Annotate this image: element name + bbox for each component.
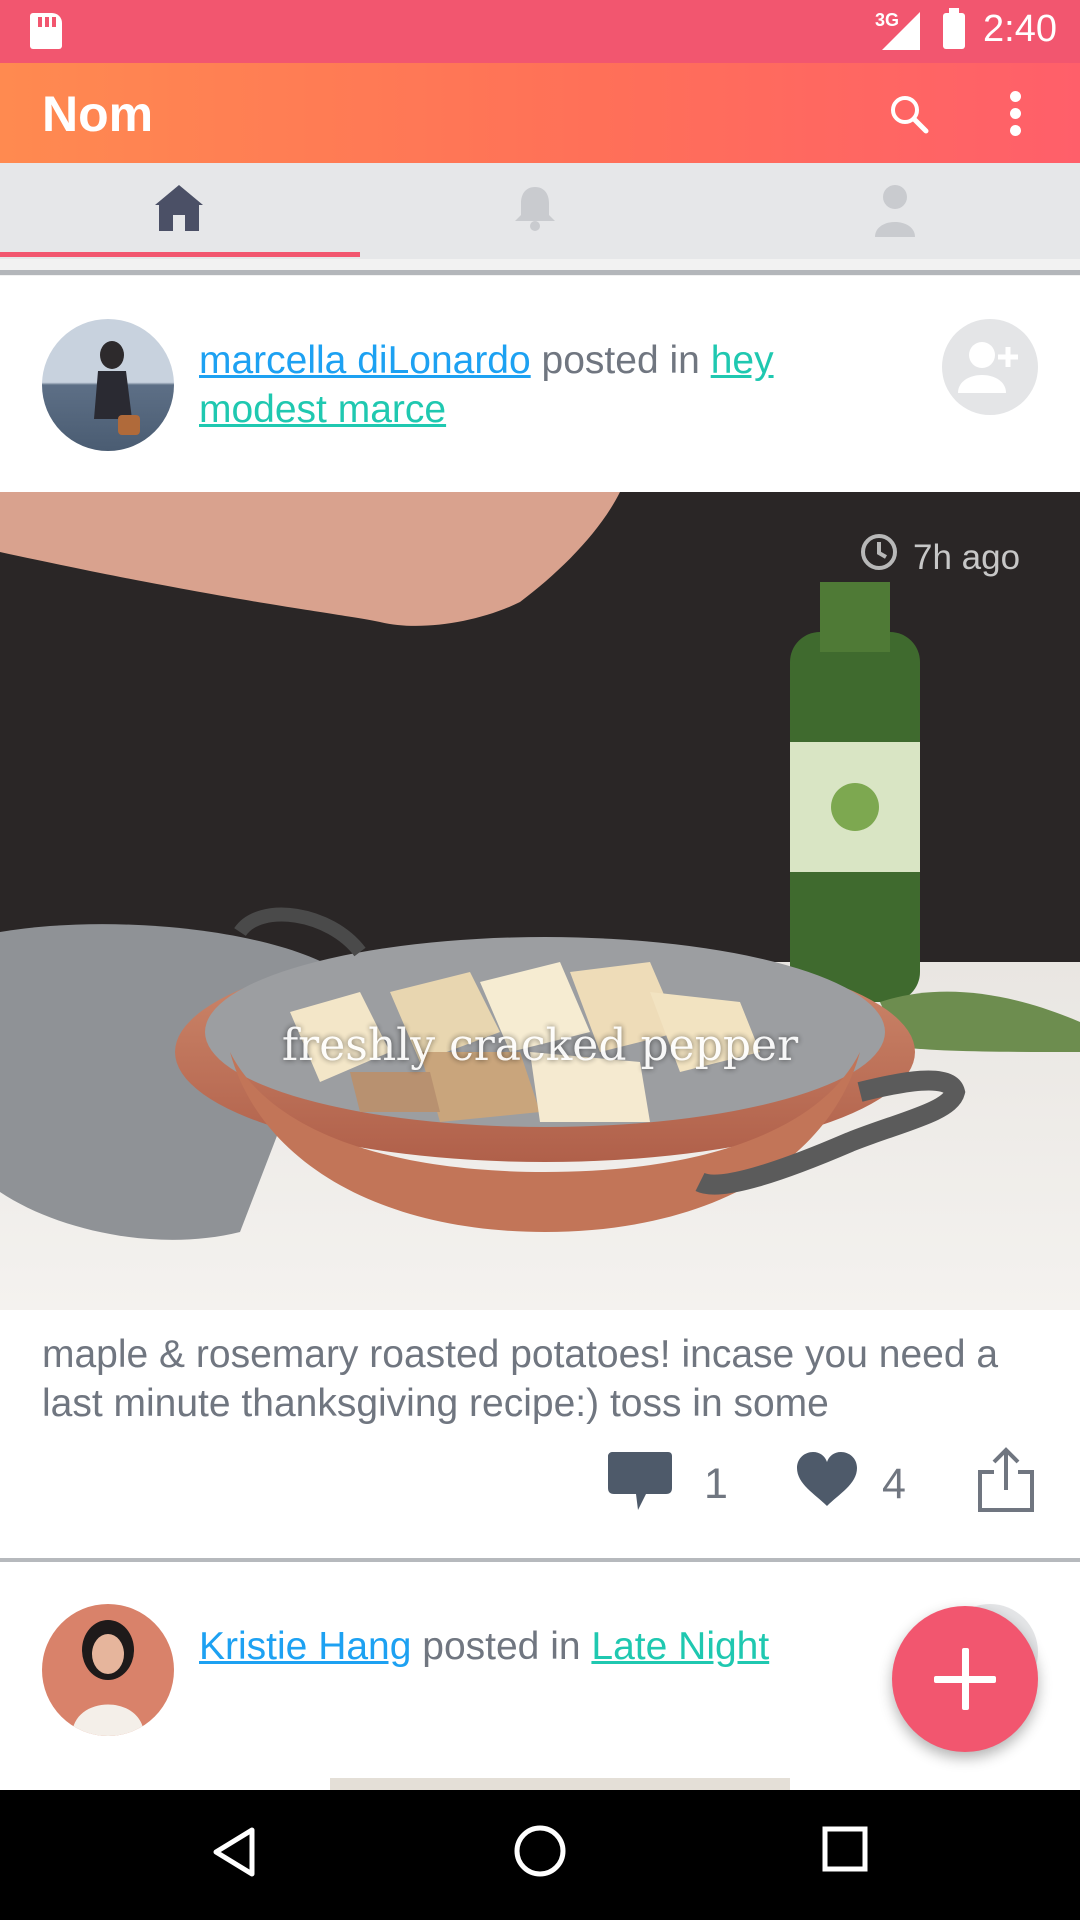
post-timestamp: 7h ago bbox=[913, 538, 1021, 577]
sd-card-icon bbox=[30, 13, 62, 49]
bell-icon bbox=[515, 187, 555, 231]
more-vert-icon[interactable] bbox=[1010, 91, 1024, 142]
create-post-fab[interactable] bbox=[892, 1606, 1038, 1752]
tab-notifications[interactable] bbox=[360, 163, 720, 259]
photo-caption: freshly cracked pepper bbox=[281, 1020, 799, 1071]
clock-icon bbox=[861, 534, 897, 570]
author-link[interactable]: marcella diLonardo bbox=[199, 339, 531, 382]
tab-indicator bbox=[0, 252, 360, 257]
app-title: Nom bbox=[42, 86, 154, 142]
share-icon[interactable] bbox=[974, 1446, 1038, 1514]
food-photo bbox=[0, 492, 1080, 1310]
post-text: maple & rosemary roasted potatoes! incas… bbox=[42, 1333, 999, 1425]
tab-profile[interactable] bbox=[720, 163, 1080, 259]
post-card: marcella diLonardo posted in hey modest … bbox=[0, 276, 1080, 492]
recents-icon[interactable] bbox=[822, 1826, 868, 1872]
back-icon[interactable] bbox=[212, 1826, 258, 1878]
tab-bar bbox=[0, 163, 1080, 259]
posted-in-text: posted in bbox=[422, 1625, 581, 1668]
status-bar: 3G 2:40 bbox=[0, 0, 1080, 63]
home-icon bbox=[155, 185, 203, 231]
app-bar: Nom bbox=[0, 63, 1080, 163]
avatar[interactable] bbox=[42, 1604, 174, 1736]
comment-icon[interactable] bbox=[606, 1448, 674, 1514]
person-icon bbox=[875, 185, 915, 237]
posted-in-text: posted in bbox=[541, 339, 700, 382]
author-link[interactable]: Kristie Hang bbox=[199, 1625, 411, 1668]
tab-home[interactable] bbox=[0, 163, 360, 259]
signal-icon bbox=[882, 12, 920, 50]
avatar[interactable] bbox=[42, 319, 174, 451]
home-circle-icon[interactable] bbox=[513, 1824, 567, 1878]
post-headline: Kristie Hang posted in Late Night bbox=[199, 1622, 859, 1671]
post-headline: marcella diLonardo posted in hey modest … bbox=[199, 336, 859, 434]
tab-divider bbox=[0, 270, 1080, 275]
status-time: 2:40 bbox=[983, 8, 1057, 50]
avatar-photo bbox=[94, 341, 140, 435]
like-count: 4 bbox=[882, 1460, 906, 1508]
avatar-photo bbox=[72, 1620, 144, 1736]
battery-icon bbox=[943, 8, 965, 49]
search-icon[interactable] bbox=[888, 93, 932, 137]
follow-button[interactable] bbox=[942, 319, 1038, 415]
add-person-icon bbox=[958, 342, 1018, 393]
group-link[interactable]: Late Night bbox=[591, 1625, 769, 1668]
comment-count: 1 bbox=[704, 1460, 728, 1508]
next-post-photo-edge bbox=[330, 1778, 790, 1790]
post-photo[interactable] bbox=[0, 492, 1080, 1310]
system-nav-bar bbox=[0, 1790, 1080, 1920]
heart-icon[interactable] bbox=[795, 1450, 859, 1508]
